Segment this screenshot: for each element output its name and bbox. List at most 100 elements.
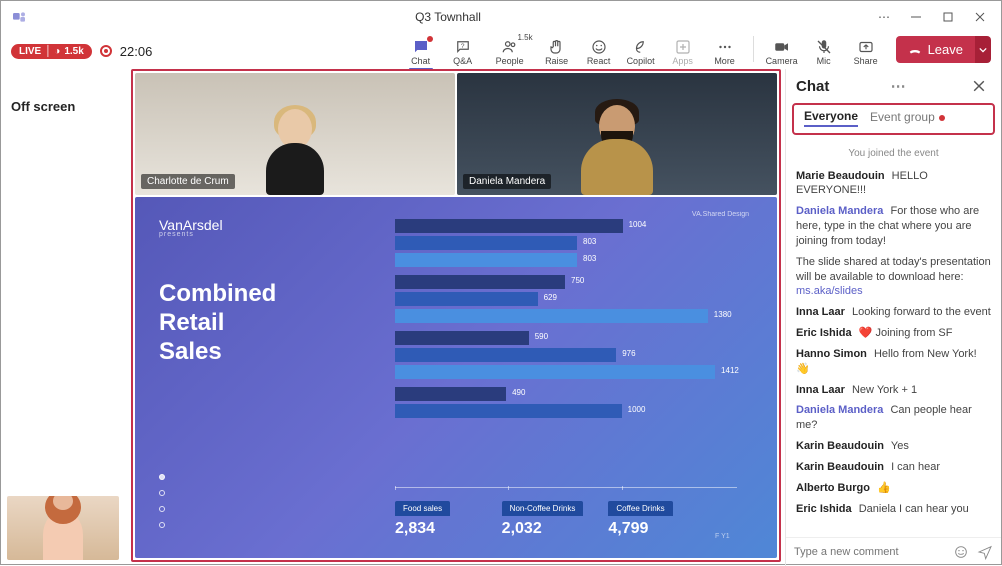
chart-bar: 1000 (395, 404, 622, 418)
chart-bar: 750 (395, 275, 565, 289)
chat-message: Daniela Mandera Can people hear me? (796, 403, 991, 433)
toolbar-react[interactable]: React (579, 36, 619, 66)
leave-dropdown[interactable] (975, 36, 991, 63)
chart-bar-label: 803 (583, 254, 596, 263)
camera-icon (773, 38, 791, 56)
emoji-icon[interactable] (953, 544, 969, 560)
toolbar-people[interactable]: 1.5k People (485, 36, 535, 66)
chart-bar: 590 (395, 331, 529, 345)
window-close-icon[interactable] (965, 5, 995, 29)
total-label: Coffee Drinks (608, 501, 672, 516)
toolbar-chat[interactable]: Chat (401, 36, 441, 66)
people-icon (501, 38, 519, 56)
toolbar-share[interactable]: Share (846, 36, 886, 66)
slide-totals: Food sales 2,834 Non-Coffee Drinks 2,032… (395, 500, 737, 540)
meeting-timer: 22:06 (120, 44, 153, 59)
chart-bar-label: 750 (571, 276, 584, 285)
chat-message: Karin Beaudouin Yes (796, 439, 991, 454)
toolbar-more[interactable]: More (705, 36, 745, 66)
toolbar-raise[interactable]: Raise (537, 36, 577, 66)
chat-message: Eric Ishida Daniela I can hear you (796, 502, 991, 517)
total-value: 2,032 (502, 520, 609, 538)
unread-dot-icon (939, 115, 945, 121)
chart-bar-label: 490 (512, 388, 525, 397)
more-icon (716, 38, 734, 56)
chat-message: Inna Laar Looking forward to the event (796, 305, 991, 320)
chat-close-icon[interactable] (967, 80, 991, 92)
toolbar-separator (753, 36, 754, 62)
slide-chart: 1004 803 803 750 629 1380 590 976 1412 490 1000 (395, 219, 737, 488)
total-value: 2,834 (395, 520, 502, 538)
total-label: Food sales (395, 501, 450, 516)
chat-tabs-highlight: Everyone Event group (792, 103, 995, 135)
self-video-preview[interactable] (7, 496, 119, 560)
window-title: Q3 Townhall (27, 10, 869, 24)
meeting-toolbar: LIVE │ ◑ 1.5k 22:06 Chat ? Q&A 1.5k Peop… (1, 33, 1001, 69)
teams-app-icon (11, 9, 27, 25)
chart-bar: 1004 (395, 219, 623, 233)
off-screen-label: Off screen (11, 99, 121, 114)
toolbar-camera[interactable]: Camera (762, 36, 802, 66)
chart-bar-label: 1380 (714, 310, 732, 319)
video-tile[interactable]: Daniela Mandera (457, 73, 777, 195)
chart-bar: 976 (395, 348, 616, 362)
chart-bar-label: 1000 (628, 405, 646, 414)
chart-bar: 803 (395, 253, 577, 267)
left-column: Off screen (1, 69, 131, 566)
chat-message-list[interactable]: You joined the event Marie Beaudouin HEL… (786, 135, 1001, 537)
viewer-count: 1.5k (64, 46, 83, 57)
chat-header: Chat (796, 78, 829, 95)
chart-bar-label: 803 (583, 237, 596, 246)
chat-composer (786, 537, 1001, 566)
chart-bar-label: 590 (535, 332, 548, 341)
hangup-icon (908, 43, 922, 57)
share-icon (857, 38, 875, 56)
chat-input[interactable] (794, 546, 945, 558)
people-count: 1.5k (517, 33, 532, 42)
chart-bar: 803 (395, 236, 577, 250)
chat-panel: Chat ⋯ Everyone Event group You joined t… (785, 69, 1001, 566)
window-maximize-icon[interactable] (933, 5, 963, 29)
live-badge: LIVE │ ◑ 1.5k (11, 44, 92, 59)
chart-bar: 1380 (395, 309, 708, 323)
chat-message: Marie Beaudouin HELLO EVERYONE!!! (796, 169, 991, 199)
chat-more-icon[interactable]: ⋯ (885, 77, 912, 95)
stage-area: Charlotte de Crum Daniela Mandera VanArs… (131, 69, 785, 566)
window-more-icon[interactable]: ⋯ (869, 5, 899, 29)
participant-name: Daniela Mandera (463, 174, 551, 189)
chart-bar-label: 976 (622, 349, 635, 358)
svg-text:?: ? (460, 43, 464, 50)
mic-muted-icon (815, 38, 833, 56)
presenter-video-row: Charlotte de Crum Daniela Mandera (133, 71, 779, 195)
total-label: Non-Coffee Drinks (502, 501, 584, 516)
send-icon[interactable] (977, 544, 993, 560)
shared-slide: VanArsdel presents Combined Retail Sales… (135, 197, 777, 558)
slide-nav-dots (159, 474, 165, 528)
chart-bar-label: 1412 (721, 366, 739, 375)
chat-message: The slide shared at today's presentation… (796, 255, 991, 300)
stage-highlight-frame: Charlotte de Crum Daniela Mandera VanArs… (131, 69, 781, 562)
leave-button[interactable]: Leave (896, 36, 975, 63)
video-tile[interactable]: Charlotte de Crum (135, 73, 455, 195)
slide-footnote: F Y1 (715, 533, 737, 540)
chat-message: Karin Beaudouin I can hear (796, 460, 991, 475)
toolbar-qa[interactable]: ? Q&A (443, 36, 483, 66)
chat-message: Hanno Simon Hello from New York! 👋 (796, 347, 991, 377)
toolbar-mic[interactable]: Mic (804, 36, 844, 66)
participant-name: Charlotte de Crum (141, 174, 235, 189)
toolbar-apps[interactable]: Apps (663, 36, 703, 66)
chat-notification-dot-icon (427, 36, 433, 42)
system-message: You joined the event (796, 147, 991, 161)
recording-indicator-icon (100, 45, 112, 57)
live-label: LIVE (19, 46, 41, 57)
tab-event-group[interactable]: Event group (870, 108, 945, 126)
toolbar-copilot[interactable]: Copilot (621, 36, 661, 66)
chart-bar-label: 1004 (629, 220, 647, 229)
tab-everyone[interactable]: Everyone (804, 107, 858, 127)
chat-message: Alberto Burgo 👍 (796, 481, 991, 496)
chart-bar: 1412 (395, 365, 715, 379)
window-minimize-icon[interactable] (901, 5, 931, 29)
raise-hand-icon (548, 38, 566, 56)
apps-icon (674, 38, 692, 56)
chart-bar-label: 629 (544, 293, 557, 302)
